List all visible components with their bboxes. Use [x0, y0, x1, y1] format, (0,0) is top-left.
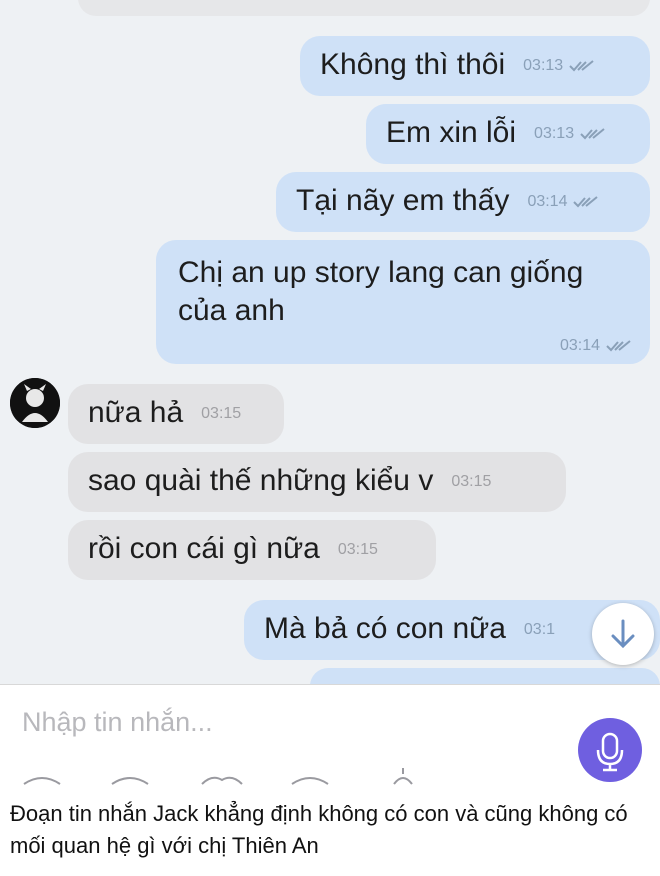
- message-text: rồi con cái gì nữa: [88, 532, 320, 565]
- message-input[interactable]: Nhập tin nhắn...: [22, 707, 213, 738]
- message-time: 03:14: [559, 337, 600, 354]
- message-text: của anh: [178, 294, 285, 327]
- message-bubble-outgoing[interactable]: Em xin lỗi 03:13: [366, 104, 650, 164]
- camera-icon[interactable]: [290, 772, 330, 786]
- message-text: Chị an up story lang can giống: [178, 256, 584, 289]
- avatar[interactable]: [10, 378, 60, 428]
- screenshot: Không thì thôi 03:13 Em xin lỗi 03:13 Tại …: [0, 0, 660, 876]
- next-message-bubble: [310, 668, 660, 684]
- microphone-button[interactable]: [578, 718, 642, 782]
- message-time: 03:13: [534, 125, 575, 143]
- message-time: 03:15: [451, 473, 492, 491]
- message-text: Tại nãy em thấy: [296, 184, 510, 217]
- double-check-icon: [580, 128, 605, 140]
- scroll-down-arrow-icon: [611, 619, 635, 649]
- message-time: 03:15: [201, 405, 242, 423]
- double-check-icon: [573, 196, 599, 208]
- message-input-bar: Nhập tin nhắn...: [0, 684, 660, 793]
- microphone-icon: [596, 732, 624, 772]
- scroll-to-bottom-button[interactable]: [592, 603, 654, 665]
- message-text: Em xin lỗi: [386, 116, 517, 149]
- message-bubble-outgoing[interactable]: Chị an up story lang can giống của anh 0…: [156, 240, 650, 364]
- message-time: 03:14: [527, 193, 568, 211]
- chat-area[interactable]: Không thì thôi 03:13 Em xin lỗi 03:13 Tại …: [0, 0, 660, 684]
- message-time: 03:13: [523, 57, 564, 75]
- message-text: Mà bả có con nữa: [264, 612, 506, 645]
- message-bubble-outgoing[interactable]: Không thì thôi 03:13: [300, 36, 650, 96]
- message-text: sao quài thế những kiểu v: [88, 464, 434, 497]
- message-text: Không thì thôi: [320, 48, 506, 81]
- message-bubble-incoming[interactable]: sao quài thế những kiểu v 03:15: [68, 452, 566, 512]
- message-text: nữa hả: [88, 396, 184, 429]
- double-check-icon: [606, 340, 631, 352]
- message-time: 03:15: [337, 541, 378, 559]
- message-bubble-incoming[interactable]: nữa hả 03:15: [68, 384, 284, 444]
- double-check-icon: [569, 60, 594, 72]
- message-time: 03:1: [523, 621, 556, 639]
- caption-text: Đoạn tin nhắn Jack khẳng định không có c…: [10, 801, 628, 858]
- image-icon[interactable]: [200, 772, 244, 786]
- gif-icon[interactable]: [110, 772, 150, 786]
- sticker-icon[interactable]: [22, 772, 62, 786]
- message-bubble-incoming[interactable]: rồi con cái gì nữa 03:15: [68, 520, 436, 580]
- avatar-image: [10, 378, 60, 428]
- more-icon[interactable]: [390, 766, 416, 786]
- message-bubble-outgoing[interactable]: Tại nãy em thấy 03:14: [276, 172, 650, 232]
- previous-message-bubble: [78, 0, 650, 16]
